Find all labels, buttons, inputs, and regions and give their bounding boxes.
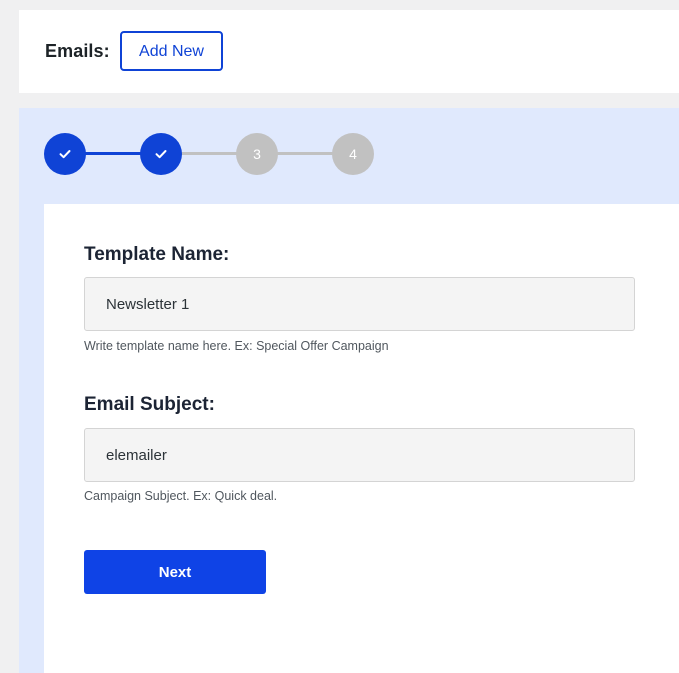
template-name-input[interactable]	[84, 277, 635, 331]
template-name-label: Template Name:	[84, 244, 230, 265]
step-connector-1-2	[82, 152, 144, 155]
emails-header: Emails: Add New	[19, 10, 679, 93]
step-2[interactable]	[140, 133, 182, 175]
add-new-button[interactable]: Add New	[120, 31, 223, 71]
step-4[interactable]: 4	[332, 133, 374, 175]
step-3[interactable]: 3	[236, 133, 278, 175]
step-connector-3-4	[274, 152, 336, 155]
step-1[interactable]	[44, 133, 86, 175]
next-button[interactable]: Next	[84, 550, 266, 594]
step-connector-2-3	[178, 152, 240, 155]
email-wizard: 3 4 Template Name: Write template name h…	[19, 108, 679, 673]
email-subject-help: Campaign Subject. Ex: Quick deal.	[84, 489, 278, 503]
step-progress: 3 4	[44, 133, 374, 175]
check-icon	[59, 150, 71, 159]
page-title: Emails:	[45, 41, 110, 61]
check-icon	[155, 150, 167, 159]
template-form: Template Name: Write template name here.…	[44, 204, 679, 673]
email-subject-label: Email Subject:	[84, 394, 215, 415]
template-name-help: Write template name here. Ex: Special Of…	[84, 339, 389, 353]
email-subject-input[interactable]	[84, 428, 635, 482]
